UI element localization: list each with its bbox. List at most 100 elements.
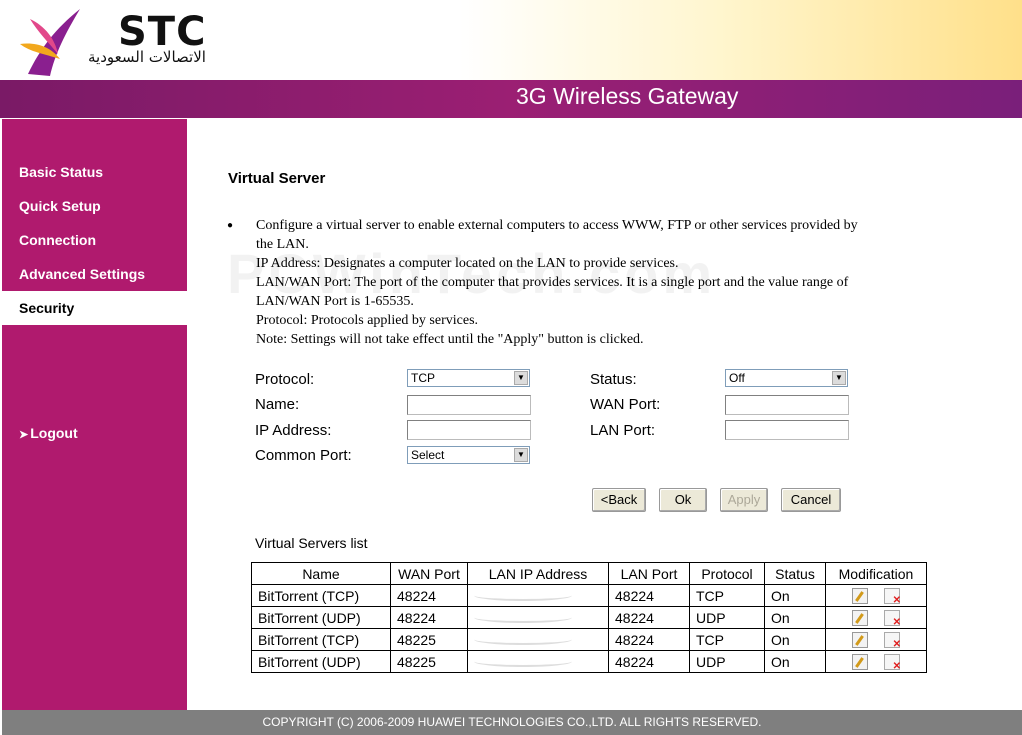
delete-icon[interactable] (884, 632, 901, 650)
table-header-row: Name WAN Port LAN IP Address LAN Port Pr… (251, 562, 927, 585)
status-label: Status: (590, 371, 637, 388)
description-line: Note: Settings will not take effect unti… (256, 332, 644, 347)
virtual-servers-list-title: Virtual Servers list (255, 535, 368, 551)
logout-link[interactable]: ➤ Logout (19, 425, 78, 441)
lan-port-input[interactable] (725, 420, 849, 440)
redacted-mark (474, 656, 572, 667)
description-line: LAN/WAN Port is 1-65535. (256, 294, 414, 309)
cell-status: On (764, 650, 826, 673)
column-header-modification: Modification (825, 562, 927, 585)
protocol-select[interactable]: TCP ▼ (407, 369, 530, 387)
description-line: Protocol: Protocols applied by services. (256, 313, 479, 328)
header: STC الاتصالات السعودية (0, 0, 1022, 80)
bullet-icon: ● (227, 220, 234, 231)
back-button[interactable]: <Back (592, 488, 646, 512)
logout-label: Logout (30, 425, 78, 441)
cell-lan-port: 48224 (608, 650, 690, 673)
cell-modification (825, 628, 927, 651)
product-title: 3G Wireless Gateway (516, 83, 739, 109)
protocol-label: Protocol: (255, 371, 315, 388)
title-bar: 3G Wireless Gateway (0, 80, 1022, 118)
column-header-protocol: Protocol (689, 562, 765, 585)
delete-icon[interactable] (884, 588, 901, 606)
column-header-lan-ip: LAN IP Address (467, 562, 609, 585)
cell-status: On (764, 606, 826, 629)
redacted-mark (474, 590, 572, 601)
cell-lan-ip-redacted (467, 628, 609, 651)
logout-icon: ➤ (19, 429, 29, 441)
description-block: ● Configure a virtual server to enable e… (227, 216, 907, 349)
chevron-down-icon: ▼ (514, 371, 528, 385)
cell-lan-port: 48224 (608, 584, 690, 607)
cell-lan-port: 48224 (608, 628, 690, 651)
chevron-down-icon: ▼ (832, 371, 846, 385)
description-line: Configure a virtual server to enable ext… (256, 218, 858, 233)
lan-port-label: LAN Port: (590, 422, 656, 439)
column-header-name: Name (251, 562, 391, 585)
footer-copyright: COPYRIGHT (C) 2006-2009 HUAWEI TECHNOLOG… (2, 710, 1022, 735)
name-label: Name: (255, 396, 300, 413)
cancel-button[interactable]: Cancel (781, 488, 841, 512)
common-port-label: Common Port: (255, 447, 352, 464)
chevron-down-icon: ▼ (514, 448, 528, 462)
sidebar-item-quick-setup[interactable]: Quick Setup (2, 189, 187, 223)
column-header-status: Status (764, 562, 826, 585)
cell-lan-ip-redacted (467, 584, 609, 607)
ip-address-label: IP Address: (255, 422, 332, 439)
protocol-select-value: TCP (411, 371, 435, 385)
apply-button[interactable]: Apply (720, 488, 768, 512)
cell-lan-port: 48224 (608, 606, 690, 629)
cell-lan-ip-redacted (467, 606, 609, 629)
cell-name: BitTorrent (TCP) (251, 584, 391, 607)
cell-lan-ip-redacted (467, 650, 609, 673)
edit-icon[interactable] (852, 610, 868, 627)
edit-icon[interactable] (852, 632, 868, 649)
sidebar-item-advanced-settings[interactable]: Advanced Settings (2, 257, 187, 291)
cell-wan-port: 48225 (390, 650, 468, 673)
ok-button[interactable]: Ok (659, 488, 707, 512)
cell-protocol: TCP (689, 584, 765, 607)
common-port-select-value: Select (411, 448, 445, 462)
sidebar-item-connection[interactable]: Connection (2, 223, 187, 257)
ip-address-input[interactable] (407, 420, 531, 440)
column-header-lan-port: LAN Port (608, 562, 690, 585)
wan-port-label: WAN Port: (590, 396, 661, 413)
delete-icon[interactable] (884, 610, 901, 628)
sidebar-item-security[interactable]: Security (2, 291, 187, 325)
wan-port-input[interactable] (725, 395, 849, 415)
stc-logo-icon (20, 9, 80, 76)
cell-wan-port: 48225 (390, 628, 468, 651)
redacted-mark (474, 612, 572, 623)
logo-arabic-text: الاتصالات السعودية (88, 48, 206, 66)
edit-icon[interactable] (852, 654, 868, 671)
sidebar: Basic Status Quick Setup Connection Adva… (2, 119, 187, 710)
common-port-select[interactable]: Select ▼ (407, 446, 530, 464)
cell-modification (825, 606, 927, 629)
table-row: BitTorrent (UDP) 48225 48224 UDP On (251, 650, 927, 673)
cell-status: On (764, 628, 826, 651)
cell-modification (825, 650, 927, 673)
table-row: BitTorrent (TCP) 48224 48224 TCP On (251, 584, 927, 607)
sidebar-item-basic-status[interactable]: Basic Status (2, 155, 187, 189)
column-header-wan-port: WAN Port (390, 562, 468, 585)
description-line: LAN/WAN Port: The port of the computer t… (256, 275, 849, 290)
cell-name: BitTorrent (UDP) (251, 606, 391, 629)
cell-modification (825, 584, 927, 607)
cell-protocol: TCP (689, 628, 765, 651)
page-title: Virtual Server (228, 170, 326, 187)
cell-name: BitTorrent (UDP) (251, 650, 391, 673)
table-row: BitTorrent (UDP) 48224 48224 UDP On (251, 606, 927, 629)
name-input[interactable] (407, 395, 531, 415)
edit-icon[interactable] (852, 588, 868, 605)
cell-status: On (764, 584, 826, 607)
description-line: IP Address: Designates a computer locate… (256, 256, 679, 271)
virtual-servers-table: Name WAN Port LAN IP Address LAN Port Pr… (251, 562, 927, 673)
cell-wan-port: 48224 (390, 606, 468, 629)
delete-icon[interactable] (884, 654, 901, 672)
status-select-value: Off (729, 371, 745, 385)
status-select[interactable]: Off ▼ (725, 369, 848, 387)
table-row: BitTorrent (TCP) 48225 48224 TCP On (251, 628, 927, 651)
redacted-mark (474, 634, 572, 645)
cell-wan-port: 48224 (390, 584, 468, 607)
cell-name: BitTorrent (TCP) (251, 628, 391, 651)
